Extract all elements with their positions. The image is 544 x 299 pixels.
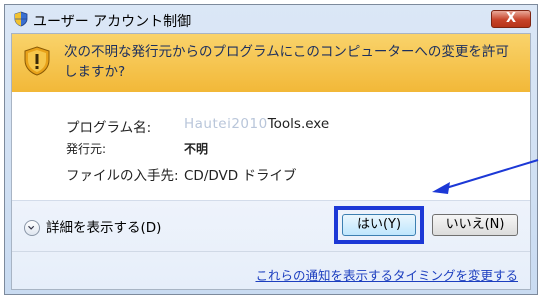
close-button[interactable]: X [491,10,531,28]
uac-shield-icon [14,11,28,27]
program-name-row: プログラム名: Hautei2010Tools.exe [66,116,329,136]
warning-banner: 次の不明な発行元からのプログラムにこのコンピューターへの変更を許可しますか? [12,34,530,92]
publisher-value: 不明 [184,142,209,156]
origin-label: ファイルの入手先: [66,168,179,184]
program-name-label: プログラム名: [66,120,152,136]
program-name-blurred: Hautei2010 [184,116,268,132]
origin-value: CD/DVD ドライブ [184,168,297,184]
origin-row: ファイルの入手先: CD/DVD ドライブ [66,164,296,184]
close-icon: X [505,11,517,26]
uac-dialog: ユーザー アカウント制御 X 次の不明な発行元からのプログラムにこのコンピュータ… [4,4,538,295]
no-button[interactable]: いいえ(N) [432,214,518,236]
title-bar: ユーザー アカウント制御 X [5,5,537,33]
dialog-body: 次の不明な発行元からのプログラムにこのコンピューターへの変更を許可しますか? プ… [11,33,531,290]
window-title: ユーザー アカウント制御 [33,14,192,30]
publisher-row: 発行元: 不明 [66,140,208,157]
warning-message: 次の不明な発行元からのプログラムにこのコンピューターへの変更を許可しますか? [64,44,509,80]
show-details-toggle[interactable]: 詳細を表示する(D) [24,216,161,236]
publisher-label: 発行元: [66,142,107,156]
yes-button[interactable]: はい(Y) [342,214,416,236]
divider [12,251,530,252]
notification-settings-link[interactable]: これらの通知を表示するタイミングを変更する [255,265,518,284]
dialog-footer: 詳細を表示する(D) はい(Y) いいえ(N) これらの通知を表示するタイミング… [12,200,530,289]
show-details-label: 詳細を表示する(D) [46,220,162,236]
program-info: プログラム名: Hautei2010Tools.exe 発行元: 不明 ファイル… [12,92,530,200]
program-name-text: Tools.exe [267,116,330,132]
warning-shield-icon [24,46,50,76]
chevron-down-icon [24,220,40,236]
program-name-value: Hautei2010Tools.exe [184,116,329,132]
